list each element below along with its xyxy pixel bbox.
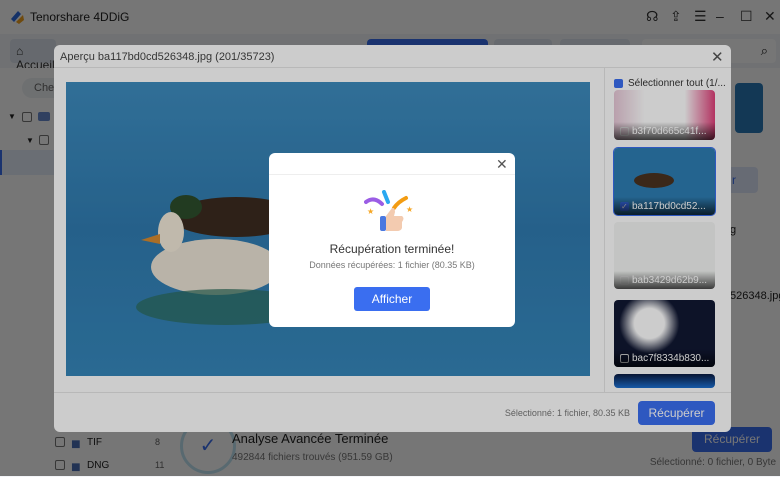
close-icon[interactable]: ✕ bbox=[496, 156, 508, 173]
thumbs-up-icon: ★ ★ bbox=[364, 190, 413, 231]
show-button[interactable]: Afficher bbox=[354, 287, 430, 311]
dialog-title: Récupération terminée! bbox=[329, 242, 455, 256]
svg-text:★: ★ bbox=[406, 205, 413, 214]
svg-text:★: ★ bbox=[367, 207, 374, 216]
recovery-complete-dialog: ✕ ★ ★ Récupération terminée! Données récu… bbox=[269, 153, 515, 327]
dialog-subtitle: Données récupérées: 1 fichier (80.35 KB) bbox=[309, 260, 475, 270]
